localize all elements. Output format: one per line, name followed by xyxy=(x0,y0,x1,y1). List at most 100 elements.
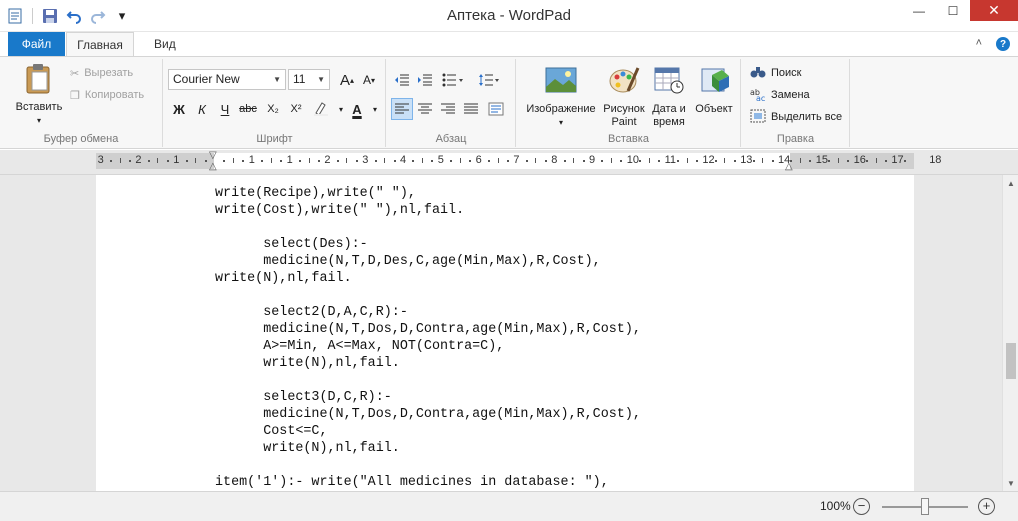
paragraph-settings-button[interactable] xyxy=(485,98,507,120)
ruler-number: 16 xyxy=(853,154,866,166)
justify-button[interactable] xyxy=(460,98,482,120)
code-line: select2(D,A,C,R):- xyxy=(215,305,408,320)
superscript-button[interactable]: X² xyxy=(285,98,307,120)
code-line: write(N),nl,fail. xyxy=(215,441,400,456)
highlight-button[interactable] xyxy=(310,98,332,120)
shrink-font-icon: A xyxy=(362,73,371,87)
font-family-select[interactable]: Courier New ▼ xyxy=(168,69,286,90)
font-group-label: Шрифт xyxy=(256,133,293,145)
calendar-clock-icon xyxy=(653,65,685,99)
ruler-number: 12 xyxy=(702,154,715,166)
zoom-in-button[interactable]: + xyxy=(978,498,995,515)
code-line: write(Recipe),write(" "), xyxy=(215,186,416,201)
ruler-number: 1 xyxy=(248,154,255,166)
datetime-label-line2: время xyxy=(653,116,685,128)
paragraph-icon xyxy=(488,102,504,116)
chevron-down-icon: ▼ xyxy=(273,75,281,84)
shrink-font-button[interactable]: A ▾ xyxy=(358,69,380,91)
code-line: medicine(N,T,Dos,D,Contra,age(Min,Max),R… xyxy=(215,407,641,422)
ruler-tick xyxy=(119,158,121,163)
code-line: Cost<=C, xyxy=(215,424,328,439)
ruler-tick xyxy=(393,160,396,162)
ruler-tick xyxy=(317,160,320,162)
ruler-tick xyxy=(147,160,150,162)
close-button[interactable]: ✕ xyxy=(970,0,1018,21)
select-all-button[interactable]: Выделить все xyxy=(750,107,842,127)
ruler-tick xyxy=(525,160,528,162)
align-right-button[interactable] xyxy=(437,98,459,120)
ruler-number: 11 xyxy=(664,154,677,166)
strikethrough-button[interactable]: abc xyxy=(237,98,259,120)
ruler-tick xyxy=(828,160,831,162)
scrollbar-thumb[interactable] xyxy=(1006,343,1016,379)
document-text[interactable]: write(Recipe),write(" "), write(Cost),wri… xyxy=(215,185,641,491)
tab-home[interactable]: Главная xyxy=(66,32,134,56)
code-line: select3(D,C,R):- xyxy=(215,390,392,405)
ruler-number: 9 xyxy=(589,154,596,166)
first-line-indent-marker[interactable]: ▽ xyxy=(209,150,217,161)
ruler-number: 1 xyxy=(286,154,293,166)
ruler-tick xyxy=(195,158,197,163)
ruler-tick xyxy=(421,158,423,163)
minimize-button[interactable]: — xyxy=(902,0,936,21)
select-all-icon xyxy=(750,109,766,126)
paste-dropdown-icon[interactable]: ▾ xyxy=(37,114,41,127)
decrease-indent-button[interactable] xyxy=(391,69,413,91)
font-size-select[interactable]: 11 ▼ xyxy=(288,69,330,90)
ruler-tick xyxy=(157,158,159,163)
align-left-button[interactable] xyxy=(391,98,413,120)
cut-button[interactable]: ✂ Вырезать xyxy=(70,63,133,83)
ruler-number: 8 xyxy=(551,154,558,166)
hanging-indent-marker[interactable]: △ xyxy=(209,161,217,172)
tab-file[interactable]: Файл xyxy=(8,32,65,56)
insert-paint-button[interactable]: Рисунок Paint xyxy=(601,65,647,129)
paste-button[interactable]: Вставить ▾ xyxy=(10,63,68,127)
code-line: write(Cost),write(" "),nl,fail. xyxy=(215,203,465,218)
ruler-tick xyxy=(610,158,612,163)
image-label: Изображение xyxy=(526,103,596,115)
ruler-number: 2 xyxy=(135,154,142,166)
code-line: medicine(N,T,D,Des,C,age(Min,Max),R,Cost… xyxy=(215,254,601,269)
collapse-ribbon-icon[interactable]: ˄ xyxy=(976,37,982,51)
vertical-scrollbar[interactable]: ▲ ▼ xyxy=(1002,175,1018,491)
svg-text:ac: ac xyxy=(756,94,765,101)
right-indent-marker[interactable]: △ xyxy=(785,161,793,172)
subscript-button[interactable]: X₂ xyxy=(262,98,284,120)
copy-button[interactable]: ❐ Копировать xyxy=(70,85,144,105)
zoom-out-button[interactable]: − xyxy=(853,498,870,515)
underline-button[interactable]: Ч xyxy=(214,98,236,120)
italic-button[interactable]: К xyxy=(191,98,213,120)
document-page[interactable]: write(Recipe),write(" "), write(Cost),wri… xyxy=(96,175,914,491)
ruler-tick xyxy=(431,160,434,162)
ruler-tick xyxy=(232,158,234,163)
scroll-up-icon[interactable]: ▲ xyxy=(1003,175,1018,191)
replace-button[interactable]: ab ac Замена xyxy=(750,85,810,105)
scroll-down-icon[interactable]: ▼ xyxy=(1003,475,1018,491)
help-icon[interactable]: ? xyxy=(996,37,1010,51)
paint-label-line2: Paint xyxy=(611,116,637,128)
datetime-label-line1: Дата и xyxy=(652,103,686,115)
text-color-dropdown[interactable]: ▾ xyxy=(364,98,386,120)
insert-object-button[interactable]: Объект xyxy=(691,65,737,116)
grow-font-button[interactable]: A ▴ xyxy=(336,69,358,91)
ruler-tick xyxy=(677,160,680,162)
line-spacing-button[interactable] xyxy=(475,69,503,91)
insert-image-button[interactable]: Изображение ▾ xyxy=(521,65,601,129)
tab-view[interactable]: Вид xyxy=(140,32,190,56)
find-button[interactable]: Поиск xyxy=(750,63,801,83)
ruler-tick xyxy=(686,158,688,163)
ruler-tick xyxy=(762,158,764,163)
image-dropdown-icon[interactable]: ▾ xyxy=(559,116,563,129)
maximize-button[interactable]: ☐ xyxy=(936,0,970,21)
increase-indent-button[interactable] xyxy=(414,69,436,91)
bold-button[interactable]: Ж xyxy=(168,98,190,120)
ruler-tick xyxy=(308,158,310,163)
find-label: Поиск xyxy=(771,67,802,79)
zoom-slider-thumb[interactable] xyxy=(921,498,929,515)
insert-datetime-button[interactable]: Дата и время xyxy=(647,65,691,129)
ruler-tick xyxy=(563,160,566,162)
paste-label: Вставить xyxy=(15,101,63,113)
align-center-button[interactable] xyxy=(414,98,436,120)
list-button[interactable] xyxy=(439,69,467,91)
